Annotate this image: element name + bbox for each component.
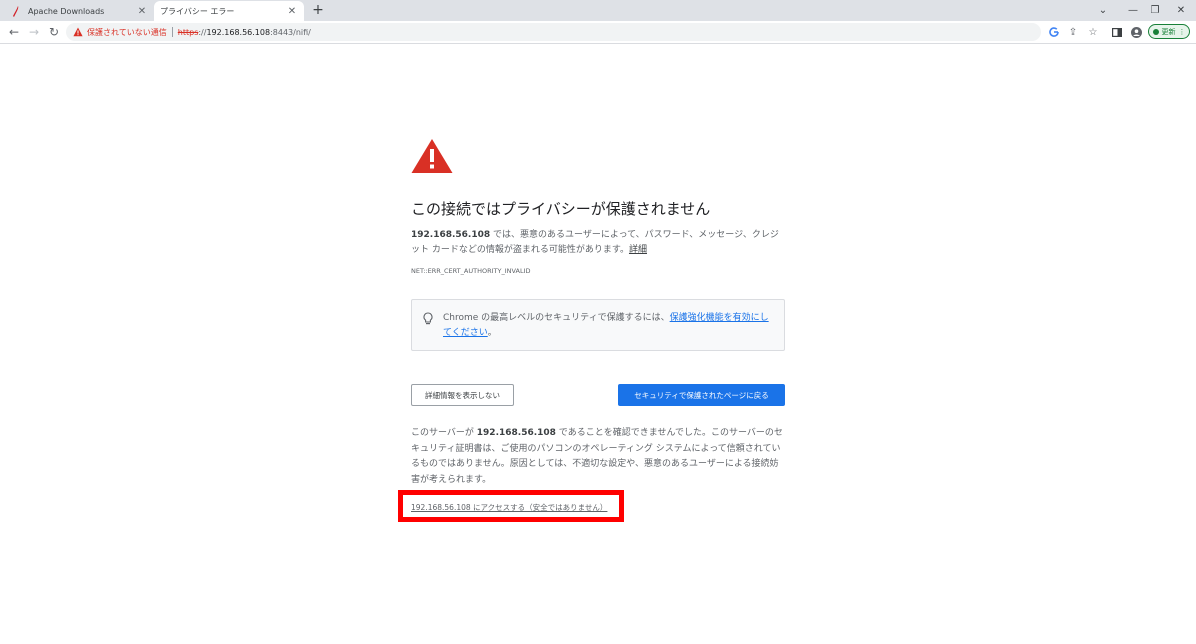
- update-label: 更新: [1161, 27, 1176, 36]
- close-icon[interactable]: ✕: [136, 5, 148, 17]
- google-lens-icon[interactable]: [1046, 24, 1062, 40]
- reload-icon[interactable]: ↻: [45, 23, 63, 41]
- close-icon[interactable]: ✕: [286, 5, 298, 17]
- profile-avatar-icon[interactable]: [1128, 24, 1144, 40]
- url-path: :8443/nifi/: [270, 27, 311, 37]
- tab-search-chevron-down-icon[interactable]: ⌄: [1088, 0, 1118, 20]
- apache-feather-icon: [10, 5, 22, 17]
- divider: [171, 27, 173, 37]
- proceed-unsafe-link[interactable]: 192.168.56.108 にアクセスする（安全ではありません）: [411, 502, 607, 513]
- enhanced-text: Chrome の最高レベルのセキュリティで保護するには、: [443, 313, 670, 323]
- warning-triangle-icon: [73, 27, 83, 37]
- side-panel-icon[interactable]: [1109, 24, 1125, 40]
- explanation-paragraph: 192.168.56.108 では、悪意のあるユーザーによって、パスワード、メッ…: [411, 228, 785, 258]
- update-button[interactable]: 更新 ⋮: [1148, 24, 1190, 39]
- share-icon[interactable]: ⇪: [1065, 24, 1081, 40]
- hide-details-button[interactable]: 詳細情報を表示しない: [411, 384, 514, 406]
- details-prefix: このサーバーが: [411, 428, 477, 438]
- window-close-icon[interactable]: ✕: [1166, 0, 1196, 20]
- learn-more-link[interactable]: 詳細: [629, 245, 647, 255]
- page-title: この接続ではプライバシーが保護されません: [411, 200, 711, 218]
- forward-arrow-icon[interactable]: →: [25, 23, 43, 41]
- lightbulb-icon: [423, 312, 433, 325]
- url-separator: ://: [198, 27, 207, 37]
- tab-strip: Apache Downloads ✕ プライバシー エラー ✕ + ⌄ — ❐ …: [0, 0, 1196, 21]
- address-bar[interactable]: 保護されていない通信 https://192.168.56.108:8443/n…: [66, 23, 1041, 41]
- not-secure-label[interactable]: 保護されていない通信: [87, 27, 167, 38]
- enhanced-protection-box: Chrome の最高レベルのセキュリティで保護するには、保護強化機能を有効にして…: [411, 299, 785, 351]
- tab-privacy-error[interactable]: プライバシー エラー ✕: [154, 1, 304, 21]
- more-menu-icon: ⋮: [1178, 27, 1186, 36]
- url-host: 192.168.56.108: [206, 27, 271, 37]
- explanation-host: 192.168.56.108: [411, 230, 491, 240]
- large-warning-triangle-icon: [411, 139, 453, 173]
- browser-toolbar: ← → ↻ 保護されていない通信 https://192.168.56.108:…: [0, 21, 1196, 44]
- tab-title: Apache Downloads: [28, 6, 105, 16]
- back-to-safety-button[interactable]: セキュリティで保護されたページに戻る: [618, 384, 785, 406]
- tab-title: プライバシー エラー: [160, 6, 235, 16]
- enhanced-suffix: 。: [487, 328, 497, 338]
- error-code: NET::ERR_CERT_AUTHORITY_INVALID: [411, 267, 531, 275]
- back-arrow-icon[interactable]: ←: [5, 23, 23, 41]
- new-tab-plus-icon[interactable]: +: [310, 2, 326, 18]
- tab-apache-downloads[interactable]: Apache Downloads ✕: [4, 1, 154, 21]
- details-paragraph: このサーバーが 192.168.56.108 であることを確認できませんでした。…: [411, 426, 785, 488]
- bookmark-star-icon[interactable]: ☆: [1085, 24, 1101, 40]
- url-scheme: https: [177, 27, 199, 37]
- update-dot-icon: [1152, 28, 1159, 35]
- details-host: 192.168.56.108: [476, 428, 556, 438]
